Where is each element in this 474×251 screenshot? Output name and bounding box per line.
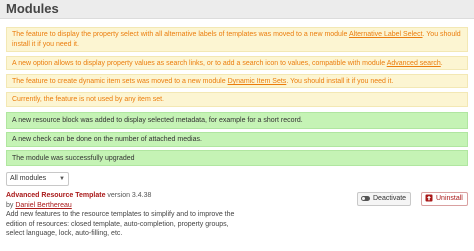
module-author-line: by Daniel Berthereau <box>6 201 346 211</box>
message-text: A new resource block was added to displa… <box>12 117 303 124</box>
message-text: . You should install it if you need it. <box>286 78 394 85</box>
module-author-link[interactable]: Daniel Berthereau <box>15 202 71 209</box>
uninstall-button[interactable]: Uninstall <box>421 192 468 206</box>
message-text: install it if you need it. <box>12 41 79 48</box>
warning-message: Currently, the feature is not used by an… <box>6 92 468 107</box>
description-line: select language, lock, auto-filling, etc… <box>6 230 123 237</box>
page-title: Modules <box>6 1 59 16</box>
message-text: . <box>440 60 443 67</box>
filter-selected-value: All modules <box>10 175 47 182</box>
warning-message: The feature to display the property sele… <box>6 27 468 52</box>
module-row: Advanced Resource Template version 3.4.3… <box>6 191 346 239</box>
chevron-down-icon: ▼ <box>59 176 65 182</box>
message-text: A new check can be done on the number of… <box>12 136 202 143</box>
warning-message: A new option allows to display property … <box>6 56 468 70</box>
module-name: Advanced Resource Template <box>6 192 106 199</box>
author-prefix: by <box>6 201 16 209</box>
message-text: The module was successfully upgraded <box>12 155 135 162</box>
module-filter-select[interactable]: All modules ▼ <box>6 172 69 186</box>
message-text: The feature to display the property sele… <box>12 31 349 38</box>
deactivate-button[interactable]: Deactivate <box>357 192 411 206</box>
upload-icon <box>425 194 433 202</box>
dynamic-item-sets-link[interactable]: Dynamic Item Sets <box>228 78 287 85</box>
alternative-label-select-link[interactable]: Alternative Label Select <box>349 31 423 38</box>
message-text: The feature to create dynamic item sets … <box>12 78 228 85</box>
uninstall-label: Uninstall <box>436 195 463 202</box>
success-message: A new resource block was added to displa… <box>6 112 468 129</box>
message-text: . You should <box>422 31 461 38</box>
description-line: edition of resources: closed template, a… <box>6 220 229 228</box>
module-version: version 3.4.38 <box>105 192 152 199</box>
success-message: The module was successfully upgraded <box>6 150 468 166</box>
page-header: Modules <box>0 0 474 19</box>
description-line: Add new features to the resource templat… <box>6 211 235 218</box>
module-heading: Advanced Resource Template version 3.4.3… <box>6 191 346 201</box>
toggle-icon <box>361 195 370 201</box>
warning-message: The feature to create dynamic item sets … <box>6 74 468 88</box>
message-text: A new option allows to display property … <box>12 60 387 67</box>
advanced-search-link[interactable]: Advanced search <box>387 60 441 67</box>
module-description: Add new features to the resource templat… <box>6 210 326 239</box>
success-message: A new check can be done on the number of… <box>6 132 468 147</box>
deactivate-label: Deactivate <box>373 195 407 202</box>
message-text: Currently, the feature is not used by an… <box>12 96 165 103</box>
message-line: The feature to display the property sele… <box>12 30 462 40</box>
